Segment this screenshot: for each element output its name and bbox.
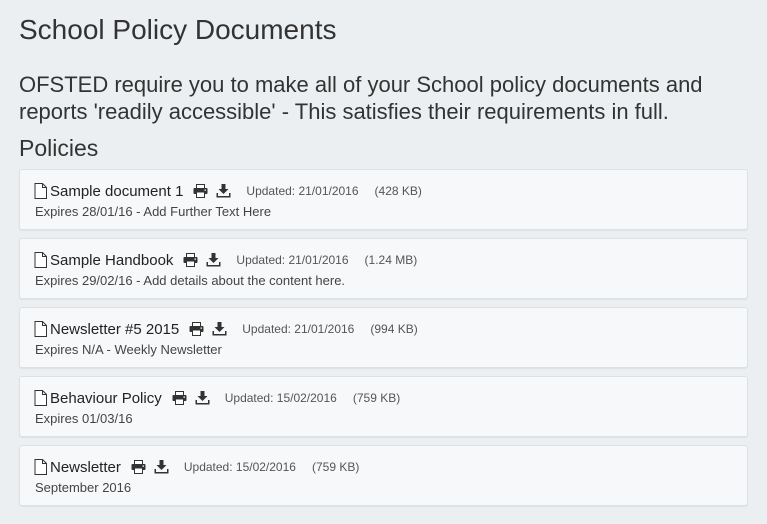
document-title-link[interactable]: Behaviour Policy — [50, 390, 162, 407]
document-description: Expires 28/01/16 - Add Further Text Here — [35, 204, 272, 219]
document-header: Behaviour Policy Updated: 15/02/2016 (75… — [34, 387, 747, 409]
document-header: Newsletter #5 2015 Updated: 21/01/2016 (… — [34, 318, 747, 340]
document-description: Expires N/A - Weekly Newsletter — [35, 342, 222, 357]
document-header: Newsletter Updated: 15/02/2016 (759 KB) — [34, 456, 747, 478]
document-description: September 2016 — [35, 480, 132, 495]
document-size: (1.24 MB) — [364, 253, 418, 267]
document-card: Behaviour Policy Updated: 15/02/2016 (75… — [19, 376, 748, 437]
document-updated: Updated: 21/01/2016 — [236, 253, 349, 267]
download-icon[interactable] — [216, 184, 231, 198]
document-card: Newsletter Updated: 15/02/2016 (759 KB) … — [19, 445, 748, 506]
document-list: Sample document 1 Updated: 21/01/2016 (4… — [19, 169, 748, 506]
file-icon — [34, 321, 47, 337]
file-icon — [34, 252, 47, 268]
document-updated: Updated: 21/01/2016 — [242, 322, 355, 336]
download-icon[interactable] — [212, 322, 227, 336]
download-icon[interactable] — [154, 460, 169, 474]
document-updated: Updated: 15/02/2016 — [224, 391, 337, 405]
document-card: Sample Handbook Updated: 21/01/2016 (1.2… — [19, 238, 748, 299]
document-description: Expires 01/03/16 — [35, 411, 133, 426]
print-icon[interactable] — [183, 253, 198, 267]
file-icon — [34, 390, 47, 406]
print-icon[interactable] — [189, 322, 204, 336]
document-updated: Updated: 15/02/2016 — [183, 460, 296, 474]
document-size: (428 KB) — [374, 184, 422, 198]
document-description: Expires 29/02/16 - Add details about the… — [35, 273, 346, 288]
document-title-link[interactable]: Sample document 1 — [50, 183, 183, 200]
document-size: (994 KB) — [370, 322, 418, 336]
intro-text: OFSTED require you to make all of your S… — [19, 72, 703, 124]
print-icon[interactable] — [193, 184, 208, 198]
print-icon[interactable] — [172, 391, 187, 405]
document-header: Sample document 1 Updated: 21/01/2016 (4… — [34, 180, 747, 202]
download-icon[interactable] — [206, 253, 221, 267]
download-icon[interactable] — [195, 391, 210, 405]
document-card: Sample document 1 Updated: 21/01/2016 (4… — [19, 169, 748, 230]
document-card: Newsletter #5 2015 Updated: 21/01/2016 (… — [19, 307, 748, 368]
document-size: (759 KB) — [311, 460, 360, 474]
document-size: (759 KB) — [352, 391, 401, 405]
document-title-link[interactable]: Sample Handbook — [50, 252, 173, 269]
file-icon — [34, 183, 47, 199]
print-icon[interactable] — [131, 460, 146, 474]
document-title-link[interactable]: Newsletter — [50, 459, 121, 476]
page: School Policy Documents OFSTED require y… — [0, 0, 767, 524]
file-icon — [34, 459, 47, 475]
document-header: Sample Handbook Updated: 21/01/2016 (1.2… — [34, 249, 747, 271]
document-updated: Updated: 21/01/2016 — [246, 184, 359, 198]
document-title-link[interactable]: Newsletter #5 2015 — [50, 321, 179, 338]
page-title: School Policy Documents — [19, 14, 337, 45]
section-title-policies: Policies — [19, 135, 99, 161]
